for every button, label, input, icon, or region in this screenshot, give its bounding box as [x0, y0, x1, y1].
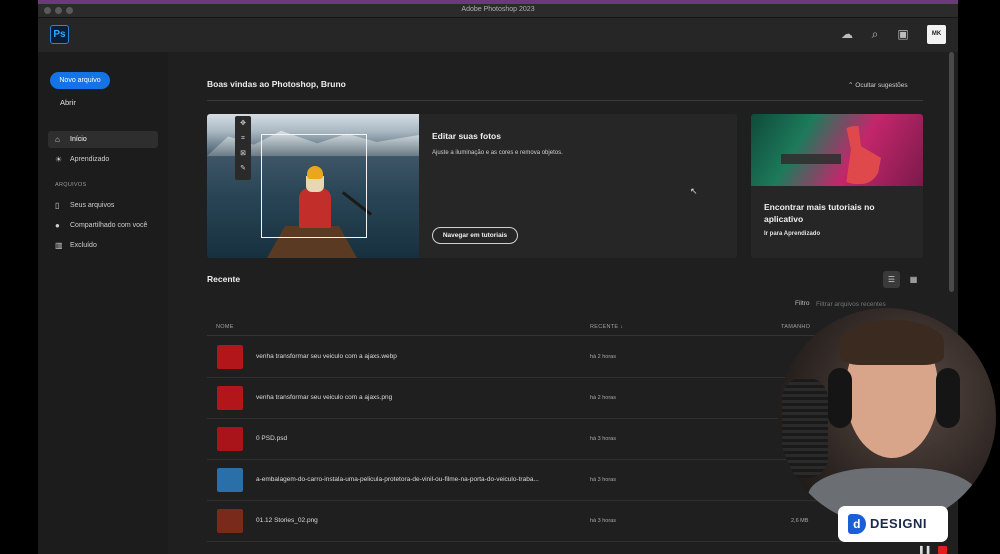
photoshop-logo-icon[interactable]: Ps: [50, 25, 69, 44]
browse-tutorials-button[interactable]: Navegar em tutoriais: [432, 227, 518, 244]
app-header: Ps ☁ ⌕ ▣ MK: [38, 18, 958, 52]
pause-icon: ❚❚: [918, 545, 932, 554]
file-thumbnail: [217, 345, 243, 369]
divider: [207, 100, 923, 101]
move-tool-icon: ✥: [240, 120, 246, 127]
column-header-size[interactable]: TAMANHO: [781, 324, 810, 330]
tutorials-card[interactable]: Encontrar mais tutoriais no aplicativo I…: [751, 114, 923, 258]
sidebar-item-deleted[interactable]: ▥ Excluído: [48, 237, 158, 254]
sidebar-item-learn[interactable]: ☀ Aprendizado: [48, 151, 158, 168]
file-name: 0 PSD.psd: [256, 435, 288, 442]
sidebar-item-label: Início: [70, 136, 87, 143]
brand-name: DESIGNI: [870, 516, 927, 531]
file-thumbnail: [217, 386, 243, 410]
file-recent: há 2 horas: [590, 354, 616, 360]
edit-photos-card: ✥ ⌗ ⊠ ✎ Editar suas fotos Ajuste a ilumi…: [207, 114, 737, 258]
lightbulb-icon: ☀: [55, 155, 63, 164]
new-file-button[interactable]: Novo arquivo: [50, 72, 110, 89]
mouse-cursor-icon: ↖: [690, 186, 698, 196]
column-header-name[interactable]: NOME: [216, 324, 234, 330]
sidebar: Novo arquivo Abrir ⌂ Início ☀ Aprendizad…: [38, 52, 168, 554]
welcome-heading: Boas vindas ao Photoshop, Bruno: [207, 79, 346, 89]
microphone-shape: [782, 378, 828, 478]
go-to-learn-link[interactable]: Ir para Aprendizado: [764, 231, 820, 237]
search-icon[interactable]: ⌕: [868, 27, 882, 41]
sidebar-item-label: Compartilhado com você: [70, 222, 148, 229]
tool-strip: ✥ ⌗ ⊠ ✎: [235, 116, 251, 180]
window-titlebar: Adobe Photoshop 2023: [38, 4, 958, 18]
edit-card-description: Ajuste a iluminação e as cores e remova …: [432, 150, 563, 156]
brand-logo-icon: d: [848, 514, 866, 534]
crop-tool-icon: ⌗: [241, 135, 245, 142]
list-view-button[interactable]: ☰: [883, 271, 900, 288]
select-tool-icon: ⊠: [240, 150, 246, 157]
file-recent: há 3 horas: [590, 518, 616, 524]
file-recent: há 3 horas: [590, 477, 616, 483]
app-preview-strip: [781, 154, 841, 164]
sidebar-item-label: Aprendizado: [70, 156, 110, 163]
home-icon: ⌂: [55, 135, 60, 144]
brand-badge: d DESIGNI: [838, 506, 948, 542]
file-icon: ▯: [55, 201, 60, 210]
brush-tool-icon: ✎: [240, 165, 246, 172]
record-stop-icon: [938, 546, 947, 554]
file-thumbnail: [217, 509, 243, 533]
column-header-recent-label: RECENTE: [590, 324, 619, 330]
scrollbar[interactable]: [949, 52, 954, 292]
file-thumbnail: [217, 468, 243, 492]
file-recent: há 3 horas: [590, 436, 616, 442]
tutorials-card-title: Encontrar mais tutoriais no aplicativo: [764, 202, 875, 224]
sidebar-item-home[interactable]: ⌂ Início: [48, 131, 158, 148]
sidebar-item-your-files[interactable]: ▯ Seus arquivos: [48, 197, 158, 214]
file-name: venha transformar seu veiculo com a ajax…: [256, 353, 397, 360]
column-header-recent[interactable]: RECENTE ↓: [590, 324, 623, 330]
avatar[interactable]: MK: [927, 25, 946, 44]
flamingo-image: [751, 114, 923, 186]
crop-selection-box: [261, 134, 367, 238]
hair-shape: [840, 320, 944, 365]
sidebar-item-label: Excluído: [70, 242, 97, 249]
hide-suggestions-button[interactable]: ⌃ Ocultar sugestões: [848, 81, 908, 89]
grid-view-button[interactable]: ▦: [905, 271, 922, 288]
file-thumbnail: [217, 427, 243, 451]
filter-label: Filtro: [795, 300, 810, 307]
chevron-up-icon: ⌃: [848, 82, 854, 89]
sort-down-icon: ↓: [620, 324, 624, 330]
open-button[interactable]: Abrir: [60, 98, 76, 107]
headphone-right-shape: [936, 368, 960, 428]
gift-icon[interactable]: ▣: [896, 27, 910, 41]
sidebar-item-label: Seus arquivos: [70, 202, 115, 209]
sidebar-item-shared[interactable]: ● Compartilhado com você: [48, 217, 158, 234]
lake-photo: ✥ ⌗ ⊠ ✎: [207, 114, 419, 258]
file-name: venha transformar seu veiculo com a ajax…: [256, 394, 393, 401]
cloud-icon[interactable]: ☁: [840, 27, 854, 41]
files-section-label: ARQUIVOS: [55, 182, 87, 188]
shared-user-icon: ●: [55, 221, 60, 230]
edit-card-title: Editar suas fotos: [432, 131, 501, 141]
file-name: 01.12 Stories_02.png: [256, 517, 318, 524]
file-recent: há 2 horas: [590, 395, 616, 401]
headphone-left-shape: [828, 368, 852, 428]
file-size: 2,6 MB: [791, 518, 809, 524]
trash-icon: ▥: [55, 241, 63, 250]
webcam-overlay: [778, 308, 996, 526]
file-name: a-embalagem-do-carro-instala-uma-pelicul…: [256, 476, 539, 483]
hide-suggestions-label: Ocultar sugestões: [855, 82, 908, 89]
window-title: Adobe Photoshop 2023: [461, 6, 535, 13]
recent-heading: Recente: [207, 274, 241, 284]
